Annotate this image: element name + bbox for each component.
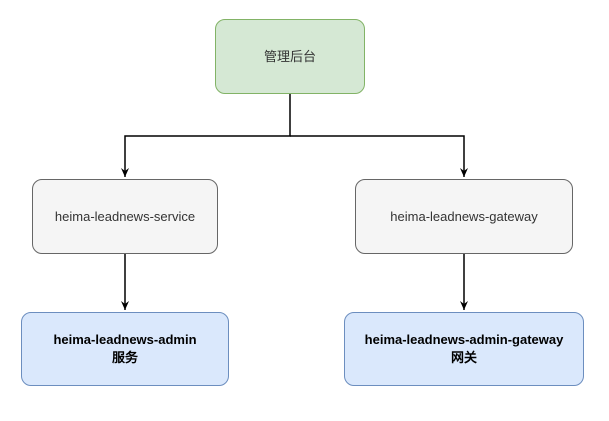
node-leadnews-admin-gateway-label-line1: heima-leadnews-admin-gateway — [364, 332, 564, 347]
node-admin-backend-label: 管理后台 — [263, 48, 316, 64]
node-leadnews-service-label: heima-leadnews-service — [54, 208, 196, 224]
edge-root-to-gateway — [290, 135, 468, 177]
node-leadnews-admin-service[interactable]: heima-leadnews-admin 服务 — [21, 312, 229, 386]
node-leadnews-admin-label-line1: heima-leadnews-admin — [53, 332, 197, 347]
node-leadnews-gateway[interactable]: heima-leadnews-gateway — [355, 179, 573, 254]
edge-root-to-service — [121, 94, 291, 177]
node-leadnews-admin-gateway-label-line2: 网关 — [450, 350, 477, 365]
node-leadnews-gateway-label: heima-leadnews-gateway — [390, 208, 538, 224]
node-admin-backend[interactable]: 管理后台 — [215, 19, 365, 94]
node-leadnews-admin-label-line2: 服务 — [111, 350, 138, 365]
node-leadnews-service[interactable]: heima-leadnews-service — [32, 179, 218, 254]
node-leadnews-admin-gateway[interactable]: heima-leadnews-admin-gateway 网关 — [344, 312, 584, 386]
